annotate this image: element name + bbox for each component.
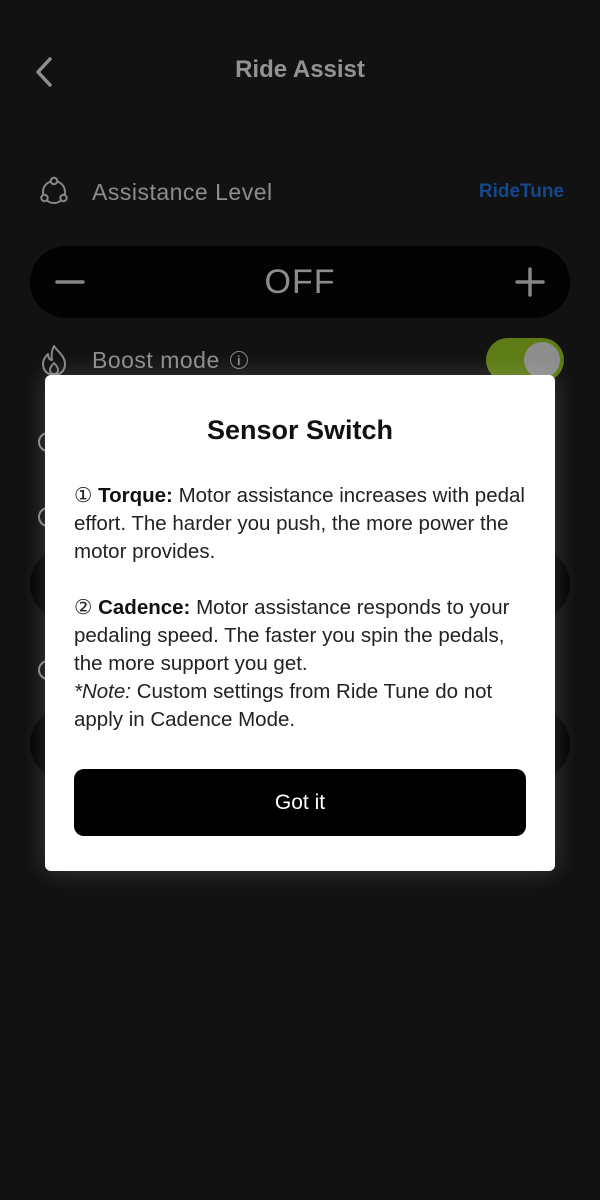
got-it-button[interactable]: Got it (74, 769, 526, 836)
cadence-label: Cadence: (98, 596, 191, 619)
cadence-description: ② Cadence: Motor assistance responds to … (74, 594, 529, 678)
cadence-number: ② (74, 596, 93, 619)
torque-number: ① (74, 484, 93, 507)
note-label: *Note: (74, 680, 131, 703)
dialog-title: Sensor Switch (206, 415, 394, 445)
torque-label: Torque: (98, 484, 173, 507)
ride-assist-screen: Ride Assist Assistance Level RideTune OF… (0, 0, 600, 1200)
dialog-body: ① Torque: Motor assistance increases wit… (74, 482, 529, 734)
note: *Note: Custom settings from Ride Tune do… (74, 678, 529, 734)
torque-description: ① Torque: Motor assistance increases wit… (74, 482, 529, 566)
note-text: Custom settings from Ride Tune do not ap… (74, 680, 493, 731)
sensor-switch-dialog: Sensor Switch ① Torque: Motor assistance… (45, 375, 555, 871)
